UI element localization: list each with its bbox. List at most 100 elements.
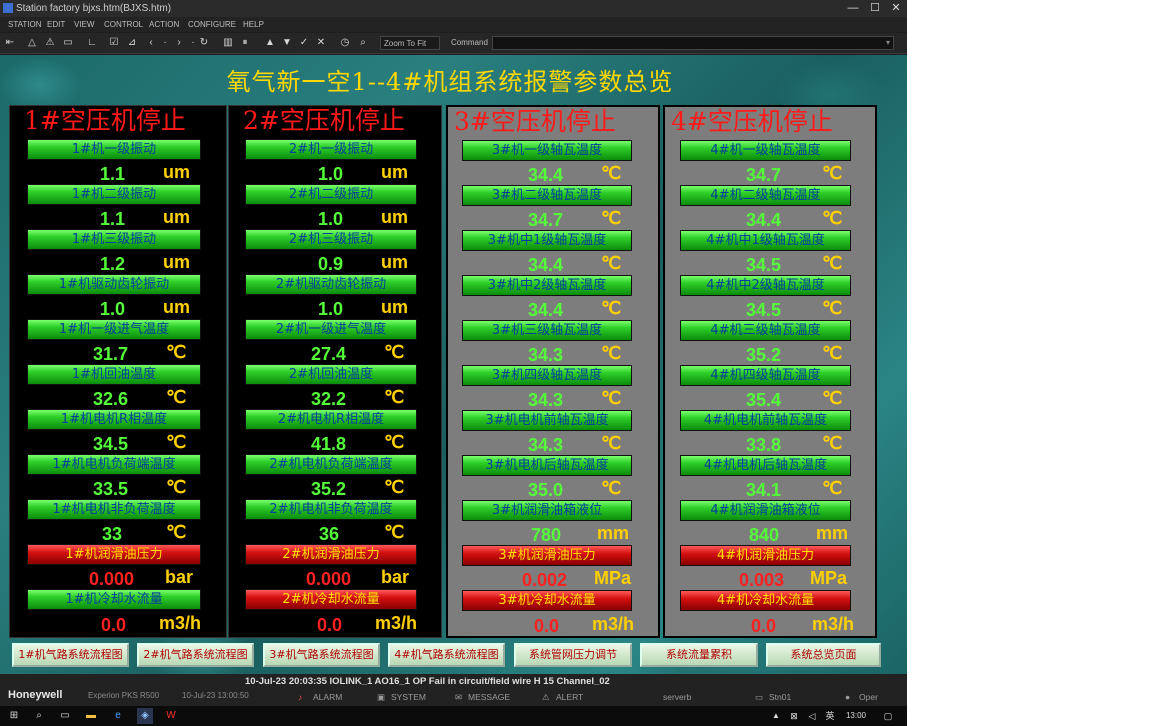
tray-up-icon[interactable]: ▲: [768, 708, 784, 724]
nav-forward-icon[interactable]: ›: [173, 36, 185, 50]
menu-configure[interactable]: CONFIGURE: [188, 17, 236, 32]
param-label[interactable]: 2#机电机负荷端温度: [245, 454, 417, 475]
confirm-icon[interactable]: ✓: [298, 36, 310, 50]
ime-indicator[interactable]: 英: [822, 708, 838, 724]
param-label[interactable]: 1#机二级振动: [27, 184, 201, 205]
param-label-alarm[interactable]: 3#机冷却水流量: [462, 590, 632, 611]
param-label[interactable]: 1#机一级振动: [27, 139, 201, 160]
alert-indicator[interactable]: ALERT: [556, 692, 583, 702]
param-label[interactable]: 1#机回油温度: [27, 364, 201, 385]
clock-icon[interactable]: ◷: [339, 36, 351, 50]
alarm-triangle-icon[interactable]: △: [26, 36, 38, 50]
minimize-button[interactable]: —: [843, 0, 863, 17]
nav-button-pressure-control[interactable]: 系统管网压力调节: [514, 643, 632, 667]
param-label[interactable]: 2#机三级振动: [245, 229, 417, 250]
param-label-alarm[interactable]: 4#机冷却水流量: [680, 590, 851, 611]
param-label[interactable]: 3#机中2级轴瓦温度: [462, 275, 632, 296]
network-icon[interactable]: ⊠: [786, 708, 802, 724]
menu-action[interactable]: ACTION: [149, 17, 179, 32]
alarm-message-line[interactable]: 10-Jul-23 20:03:35 IOLINK_1 AO16_1 OP Fa…: [245, 676, 610, 687]
param-label[interactable]: 3#机二级轴瓦温度: [462, 185, 632, 206]
nav-back-icon[interactable]: ‹: [145, 36, 157, 50]
param-label[interactable]: 3#机中1级轴瓦温度: [462, 230, 632, 251]
wps-icon[interactable]: W: [163, 708, 179, 724]
folder-icon[interactable]: ▬: [83, 708, 99, 724]
menu-view[interactable]: VIEW: [74, 17, 94, 32]
raise-icon[interactable]: ▲: [264, 36, 276, 50]
param-label[interactable]: 4#机三级轴瓦温度: [680, 320, 851, 341]
param-label[interactable]: 1#机一级进气温度: [27, 319, 201, 340]
command-input[interactable]: ▾: [492, 36, 894, 50]
volume-icon[interactable]: ◁: [804, 708, 820, 724]
refresh-icon[interactable]: ↻: [198, 36, 210, 50]
print-icon[interactable]: ▭: [62, 36, 74, 50]
trend-icon[interactable]: ∟: [86, 36, 98, 50]
param-label[interactable]: 3#机电机前轴瓦温度: [462, 410, 632, 431]
param-label-alarm[interactable]: 2#机冷却水流量: [245, 589, 417, 610]
param-label[interactable]: 4#机中1级轴瓦温度: [680, 230, 851, 251]
menu-edit[interactable]: EDIT: [47, 17, 65, 32]
param-label[interactable]: 2#机二级振动: [245, 184, 417, 205]
nav-button-flow-3[interactable]: 3#机气路系统流程图: [263, 643, 380, 667]
maximize-button[interactable]: ☐: [865, 0, 885, 17]
search-taskbar-icon[interactable]: ⌕: [31, 708, 47, 724]
menu-station[interactable]: STATION: [8, 17, 41, 32]
search-icon[interactable]: ⌕: [357, 36, 369, 50]
param-label-alarm[interactable]: 2#机润滑油压力: [245, 544, 417, 565]
message-indicator[interactable]: MESSAGE: [468, 692, 510, 702]
param-label[interactable]: 1#机电机R相温度: [27, 409, 201, 430]
lower-icon[interactable]: ▼: [281, 36, 293, 50]
param-label[interactable]: 2#机驱动齿轮振动: [245, 274, 417, 295]
alarm-indicator[interactable]: ALARM: [313, 692, 342, 702]
start-icon[interactable]: ⊞: [6, 708, 22, 724]
param-label[interactable]: 2#机一级振动: [245, 139, 417, 160]
param-label[interactable]: 4#机润滑油箱液位: [680, 500, 851, 521]
nav-button-flow-4[interactable]: 4#机气路系统流程图: [388, 643, 505, 667]
param-label[interactable]: 1#机冷却水流量: [27, 589, 201, 610]
param-label[interactable]: 2#机电机R相温度: [245, 409, 417, 430]
param-label-alarm[interactable]: 1#机润滑油压力: [27, 544, 201, 565]
param-label[interactable]: 1#机驱动齿轮振动: [27, 274, 201, 295]
param-label[interactable]: 4#机一级轴瓦温度: [680, 140, 851, 161]
zoom-select[interactable]: Zoom To Fit: [380, 36, 440, 50]
operator-level[interactable]: Oper: [859, 692, 878, 702]
param-label-alarm[interactable]: 4#机润滑油压力: [680, 545, 851, 566]
param-label[interactable]: 1#机三级振动: [27, 229, 201, 250]
taskview-icon[interactable]: ▭: [57, 708, 73, 724]
param-label[interactable]: 3#机润滑油箱液位: [462, 500, 632, 521]
param-label[interactable]: 4#机四级轴瓦温度: [680, 365, 851, 386]
menu-help[interactable]: HELP: [243, 17, 264, 32]
nav-button-flow-totals[interactable]: 系统流量累积: [640, 643, 758, 667]
param-label[interactable]: 2#机回油温度: [245, 364, 417, 385]
taskbar-clock[interactable]: 13:00: [842, 708, 870, 724]
nav-button-flow-1[interactable]: 1#机气路系统流程图: [12, 643, 129, 667]
param-label[interactable]: 3#机一级轴瓦温度: [462, 140, 632, 161]
edit-icon[interactable]: ⊿: [126, 36, 138, 50]
param-label[interactable]: 3#机电机后轴瓦温度: [462, 455, 632, 476]
param-label[interactable]: 4#机二级轴瓦温度: [680, 185, 851, 206]
param-label[interactable]: 4#机电机前轴瓦温度: [680, 410, 851, 431]
alarm-ack-icon[interactable]: ⚠: [44, 36, 56, 50]
param-label[interactable]: 2#机电机非负荷温度: [245, 499, 417, 520]
pause-icon[interactable]: ⏸: [239, 36, 251, 50]
nav-button-system-overview[interactable]: 系统总览页面: [766, 643, 881, 667]
report-icon[interactable]: ☑: [108, 36, 120, 50]
close-button[interactable]: ✕: [886, 0, 906, 17]
back-icon[interactable]: ⇤: [4, 36, 16, 50]
cancel-icon[interactable]: ✕: [315, 36, 327, 50]
browser-icon[interactable]: e: [110, 708, 126, 724]
param-label-alarm[interactable]: 3#机润滑油压力: [462, 545, 632, 566]
param-label[interactable]: 1#机电机非负荷温度: [27, 499, 201, 520]
param-label[interactable]: 3#机四级轴瓦温度: [462, 365, 632, 386]
param-label[interactable]: 4#机中2级轴瓦温度: [680, 275, 851, 296]
system-indicator[interactable]: SYSTEM: [391, 692, 426, 702]
nav-button-flow-2[interactable]: 2#机气路系统流程图: [137, 643, 254, 667]
notification-icon[interactable]: ▢: [880, 708, 896, 724]
chevron-down-icon[interactable]: ▾: [886, 38, 890, 47]
menu-control[interactable]: CONTROL: [104, 17, 143, 32]
station-app-icon[interactable]: ◈: [137, 708, 153, 724]
param-label[interactable]: 4#机电机后轴瓦温度: [680, 455, 851, 476]
bars-icon[interactable]: ▥: [222, 36, 234, 50]
param-label[interactable]: 2#机一级进气温度: [245, 319, 417, 340]
param-label[interactable]: 1#机电机负荷端温度: [27, 454, 201, 475]
